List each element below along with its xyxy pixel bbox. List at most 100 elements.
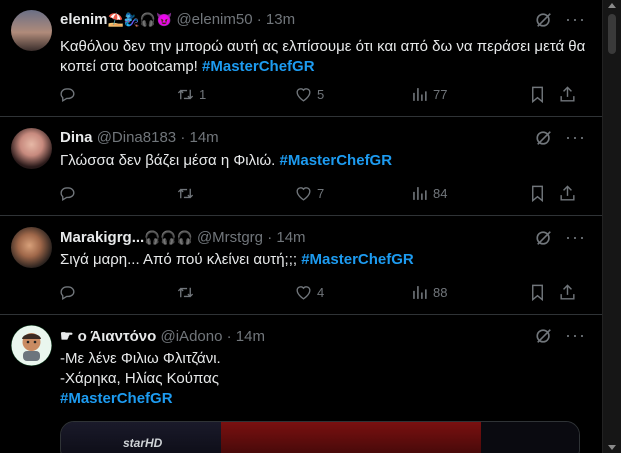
tweet-actions: 1 5 77 <box>58 83 578 105</box>
retweet-button[interactable]: 1 <box>176 83 206 105</box>
views-button[interactable]: 77 <box>410 83 447 105</box>
tweet-header: Marakigrg...🎧🎧🎧 @Mrstgrg · 14m <box>60 229 306 246</box>
retweet-icon <box>177 287 194 297</box>
scrollbar[interactable] <box>602 0 621 453</box>
tweet-media[interactable]: starHD <box>60 421 580 453</box>
bookmark-button[interactable] <box>528 182 547 204</box>
share-icon <box>560 184 575 201</box>
timestamp[interactable]: 13m <box>266 11 295 28</box>
hashtag-link[interactable]: #MasterChefGR <box>301 251 414 268</box>
grok-icon[interactable] <box>535 11 553 29</box>
tweet-text: Σιγά μαρη... Από πού κλείνει αυτή;;; #Ma… <box>60 250 591 270</box>
timeline: elenim⛱️🧞‍♀️🎧😈 @elenim50 · 13m ··· Καθόλ… <box>0 0 603 453</box>
more-icon[interactable]: ··· <box>565 228 585 250</box>
timestamp[interactable]: 14m <box>189 129 218 146</box>
share-button[interactable] <box>558 281 577 303</box>
more-icon[interactable]: ··· <box>565 10 585 32</box>
name-emoji: 🎧🎧🎧 <box>144 230 193 245</box>
avatar[interactable] <box>11 227 52 268</box>
tweet-line-1: -Με λένε Φιλιω Φλιτζάνι. <box>60 350 221 367</box>
tweet-text: -Με λένε Φιλιω Φλιτζάνι. -Χάρηκα, Ηλίας … <box>60 349 591 409</box>
views-button[interactable]: 84 <box>410 182 447 204</box>
share-icon <box>560 85 575 102</box>
retweet-button[interactable] <box>176 281 199 303</box>
separator: · <box>267 229 273 246</box>
grok-icon[interactable] <box>535 229 553 247</box>
media-red-panel <box>221 422 481 453</box>
display-name[interactable]: ☛ ο Άιαντόνο <box>60 328 156 345</box>
media-logo: starHD <box>123 436 163 450</box>
views-icon <box>413 87 427 101</box>
handle[interactable]: @Mrstgrg <box>197 229 263 246</box>
tweet[interactable]: elenim⛱️🧞‍♀️🎧😈 @elenim50 · 13m ··· Καθόλ… <box>0 0 603 117</box>
hashtag-link[interactable]: #MasterChefGR <box>202 58 315 75</box>
tweet-actions: 4 88 <box>58 281 578 303</box>
tweet[interactable]: Marakigrg...🎧🎧🎧 @Mrstgrg · 14m ··· Σιγά … <box>0 216 603 315</box>
bookmark-icon <box>532 185 543 202</box>
views-icon <box>413 186 427 200</box>
share-button[interactable] <box>558 83 577 105</box>
scrollbar-thumb[interactable] <box>608 14 616 54</box>
hashtag-link[interactable]: #MasterChefGR <box>60 389 591 409</box>
display-name[interactable]: Marakigrg... <box>60 229 144 246</box>
reply-icon <box>60 186 75 201</box>
display-name[interactable]: Dina <box>60 129 93 146</box>
grok-icon[interactable] <box>535 327 553 345</box>
reply-button[interactable] <box>58 83 81 105</box>
reply-icon <box>60 285 75 300</box>
tweet-text-content: Σιγά μαρη... Από πού κλείνει αυτή;;; <box>60 251 302 268</box>
bookmark-button[interactable] <box>528 281 547 303</box>
retweet-icon <box>177 89 194 99</box>
more-icon[interactable]: ··· <box>565 128 585 150</box>
reply-button[interactable] <box>58 182 81 204</box>
timestamp[interactable]: 14m <box>276 229 305 246</box>
separator: · <box>226 328 232 345</box>
avatar[interactable] <box>11 128 52 169</box>
avatar[interactable] <box>11 10 52 51</box>
retweet-count: 1 <box>199 86 207 102</box>
display-name[interactable]: elenim <box>60 11 108 28</box>
tweet-header: Dina @Dina8183 · 14m <box>60 129 219 146</box>
tweet[interactable]: Dina @Dina8183 · 14m ··· Γλώσσα δεν βάζε… <box>0 117 603 216</box>
views-count: 84 <box>433 185 448 201</box>
reply-icon <box>60 87 75 102</box>
share-icon <box>560 283 575 300</box>
scroll-down-arrow[interactable] <box>608 445 616 450</box>
views-icon <box>413 285 427 299</box>
media-dark-right <box>481 422 579 453</box>
retweet-button[interactable] <box>176 182 199 204</box>
timestamp[interactable]: 14m <box>236 328 265 345</box>
scroll-up-arrow[interactable] <box>608 3 616 8</box>
share-button[interactable] <box>558 182 577 204</box>
bookmark-icon <box>532 284 543 301</box>
tweet-actions: 7 84 <box>58 182 578 204</box>
more-icon[interactable]: ··· <box>565 326 585 348</box>
tweet-line-2: -Χάρηκα, Ηλίας Κούπας <box>60 370 220 387</box>
views-button[interactable]: 88 <box>410 281 447 303</box>
like-button[interactable]: 7 <box>294 182 324 204</box>
tweet-text-content: Γλώσσα δεν βάζει μέσα η Φιλιώ. <box>60 152 280 169</box>
grok-icon[interactable] <box>535 129 553 147</box>
handle[interactable]: @Dina8183 <box>97 129 176 146</box>
like-count: 5 <box>317 86 325 102</box>
handle[interactable]: @iAdono <box>161 328 223 345</box>
hashtag-link[interactable]: #MasterChefGR <box>280 152 393 169</box>
tweet-text: Γλώσσα δεν βάζει μέσα η Φιλιώ. #MasterCh… <box>60 151 591 171</box>
handle[interactable]: @elenim50 <box>176 11 252 28</box>
reply-button[interactable] <box>58 281 81 303</box>
bookmark-button[interactable] <box>528 83 547 105</box>
views-count: 77 <box>433 86 448 102</box>
like-icon <box>296 87 311 102</box>
tweet-text-content: Καθόλου δεν την μπορώ αυτή ας ελπίσουμε … <box>60 38 586 75</box>
like-button[interactable]: 5 <box>294 83 324 105</box>
retweet-icon <box>177 188 194 198</box>
like-icon <box>296 186 311 201</box>
like-button[interactable]: 4 <box>294 281 324 303</box>
separator: · <box>256 11 262 28</box>
name-emoji: ⛱️🧞‍♀️🎧😈 <box>107 12 173 27</box>
avatar[interactable] <box>11 325 52 366</box>
separator: · <box>180 129 186 146</box>
bookmark-icon <box>532 86 543 103</box>
memoji-avatar <box>11 325 52 366</box>
like-icon <box>296 285 311 300</box>
